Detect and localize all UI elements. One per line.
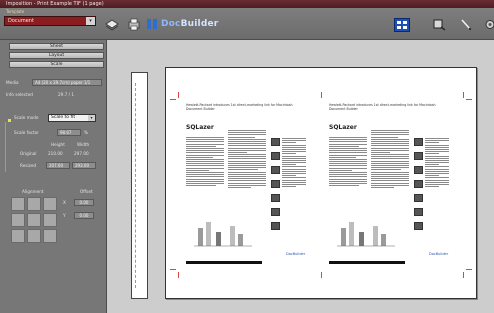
crop-mark	[178, 272, 179, 278]
image-thumbnail	[414, 166, 423, 174]
figure-illustration	[194, 222, 252, 247]
offset-x-label: X	[63, 200, 66, 205]
chevron-down-icon: ▾	[88, 115, 95, 121]
media-select[interactable]: A4 (20 x 29.7cm) paper 1/1	[32, 79, 102, 86]
footer-link: DocBuilder	[429, 252, 449, 256]
image-thumbnail	[271, 166, 280, 174]
window-title: Imposition - Print Example TIF (1 page)	[6, 1, 104, 7]
scale-factor-input[interactable]: 98.67	[57, 129, 81, 136]
align-top-center[interactable]	[27, 197, 41, 211]
offset-y-label: Y	[63, 213, 66, 218]
align-top-right[interactable]	[43, 197, 57, 211]
image-thumbnail	[414, 208, 423, 216]
text-column	[228, 130, 266, 189]
figure-illustration	[337, 222, 395, 247]
image-thumbnail	[271, 208, 280, 216]
crop-mark	[170, 99, 176, 100]
page-logo: SQLazer	[186, 124, 214, 131]
media-label: Media	[6, 80, 19, 85]
resized-width-input[interactable]: 293.00	[72, 162, 96, 169]
offset-y-input[interactable]: 0.00	[74, 212, 94, 219]
info-value: 29.7 / 1	[58, 92, 75, 97]
crop-mark	[321, 92, 322, 98]
offset-x-input[interactable]: 0.00	[74, 199, 94, 206]
resized-label: Resized	[20, 163, 37, 168]
image-thumbnail	[271, 194, 280, 202]
main-toolbar: Template Document ▾ DocBuilder	[0, 8, 494, 40]
crop-mark	[466, 269, 472, 270]
offset-label: Offset	[80, 189, 93, 194]
align-top-left[interactable]	[11, 197, 25, 211]
footer-link: DocBuilder	[286, 252, 306, 256]
image-thumbnail	[271, 180, 280, 188]
previous-sheet-edge[interactable]	[131, 72, 148, 299]
settings-panel: Sheet Layout Scale Media A4 (20 x 29.7cm…	[0, 40, 107, 313]
image-thumbnail	[414, 222, 423, 230]
scale-mode-select[interactable]: Scale to fit ▾	[48, 114, 96, 122]
crop-mark	[463, 92, 464, 98]
info-label: Info selected	[6, 92, 33, 97]
image-thumbnail	[271, 152, 280, 160]
logo-text-a: Doc	[161, 19, 181, 29]
footer-bar	[329, 261, 405, 264]
scale-mode-value: Scale to fit	[51, 115, 76, 120]
tab-scale[interactable]: Scale	[9, 61, 104, 68]
image-thumbnail	[414, 180, 423, 188]
height-column-label: Height	[51, 142, 65, 147]
original-label: Original	[20, 151, 37, 156]
window-title-bar: Imposition - Print Example TIF (1 page)	[0, 0, 494, 8]
text-column	[425, 138, 449, 188]
settings-icon[interactable]	[482, 18, 494, 31]
width-column-label: Width	[77, 142, 90, 147]
image-thumbnail	[271, 138, 280, 146]
align-bottom-center[interactable]	[27, 229, 41, 243]
crop-mark	[321, 272, 322, 278]
text-column	[186, 137, 224, 187]
printer-icon[interactable]	[126, 16, 142, 32]
footer-bar	[186, 261, 262, 264]
align-bottom-right[interactable]	[43, 229, 57, 243]
resized-height-input[interactable]: 207.00	[46, 162, 70, 169]
text-column	[371, 130, 409, 189]
page-headline: Hewlett-Packard introduces 1st direct-ma…	[329, 103, 436, 111]
active-indicator	[8, 119, 11, 122]
image-thumbnail	[414, 194, 423, 202]
crop-mark	[178, 92, 179, 98]
page-headline: Hewlett-Packard introduces 1st direct-ma…	[186, 103, 293, 111]
logo-text-b: Builder	[180, 19, 219, 29]
original-height: 210.00	[48, 151, 63, 156]
align-bottom-left[interactable]	[11, 229, 25, 243]
zoom-icon[interactable]	[432, 18, 446, 31]
image-thumbnail	[271, 222, 280, 230]
crop-mark	[466, 99, 472, 100]
scale-mode-label: Scale mode	[14, 115, 39, 120]
align-middle-right[interactable]	[43, 213, 57, 227]
pen-tool-icon[interactable]	[459, 18, 473, 31]
logo-bars-icon	[147, 19, 157, 29]
page-logo: SQLazer	[329, 124, 357, 131]
template-dropdown-value: Document	[8, 18, 34, 24]
tab-layout[interactable]: Layout	[9, 52, 104, 59]
crop-mark	[463, 272, 464, 278]
layout-view-icon[interactable]	[394, 18, 410, 32]
template-label: Template	[6, 9, 25, 14]
template-dropdown[interactable]: Document ▾	[4, 16, 96, 26]
image-thumbnail	[414, 138, 423, 146]
scale-factor-unit: %	[84, 130, 88, 135]
sheet-preview[interactable]: Hewlett-Packard introduces 1st direct-ma…	[165, 67, 477, 299]
align-center[interactable]	[27, 213, 41, 227]
chevron-down-icon: ▾	[86, 17, 95, 25]
docbuilder-logo: DocBuilder	[147, 17, 218, 31]
text-column	[282, 138, 306, 188]
crop-mark	[170, 269, 176, 270]
alignment-label: Alignment	[22, 189, 44, 194]
original-width: 297.00	[74, 151, 89, 156]
tab-sheet[interactable]: Sheet	[9, 43, 104, 50]
image-thumbnail	[414, 152, 423, 160]
align-middle-left[interactable]	[11, 213, 25, 227]
text-column	[329, 137, 367, 187]
scale-factor-label: Scale factor	[14, 130, 39, 135]
stack-icon[interactable]	[104, 16, 120, 32]
